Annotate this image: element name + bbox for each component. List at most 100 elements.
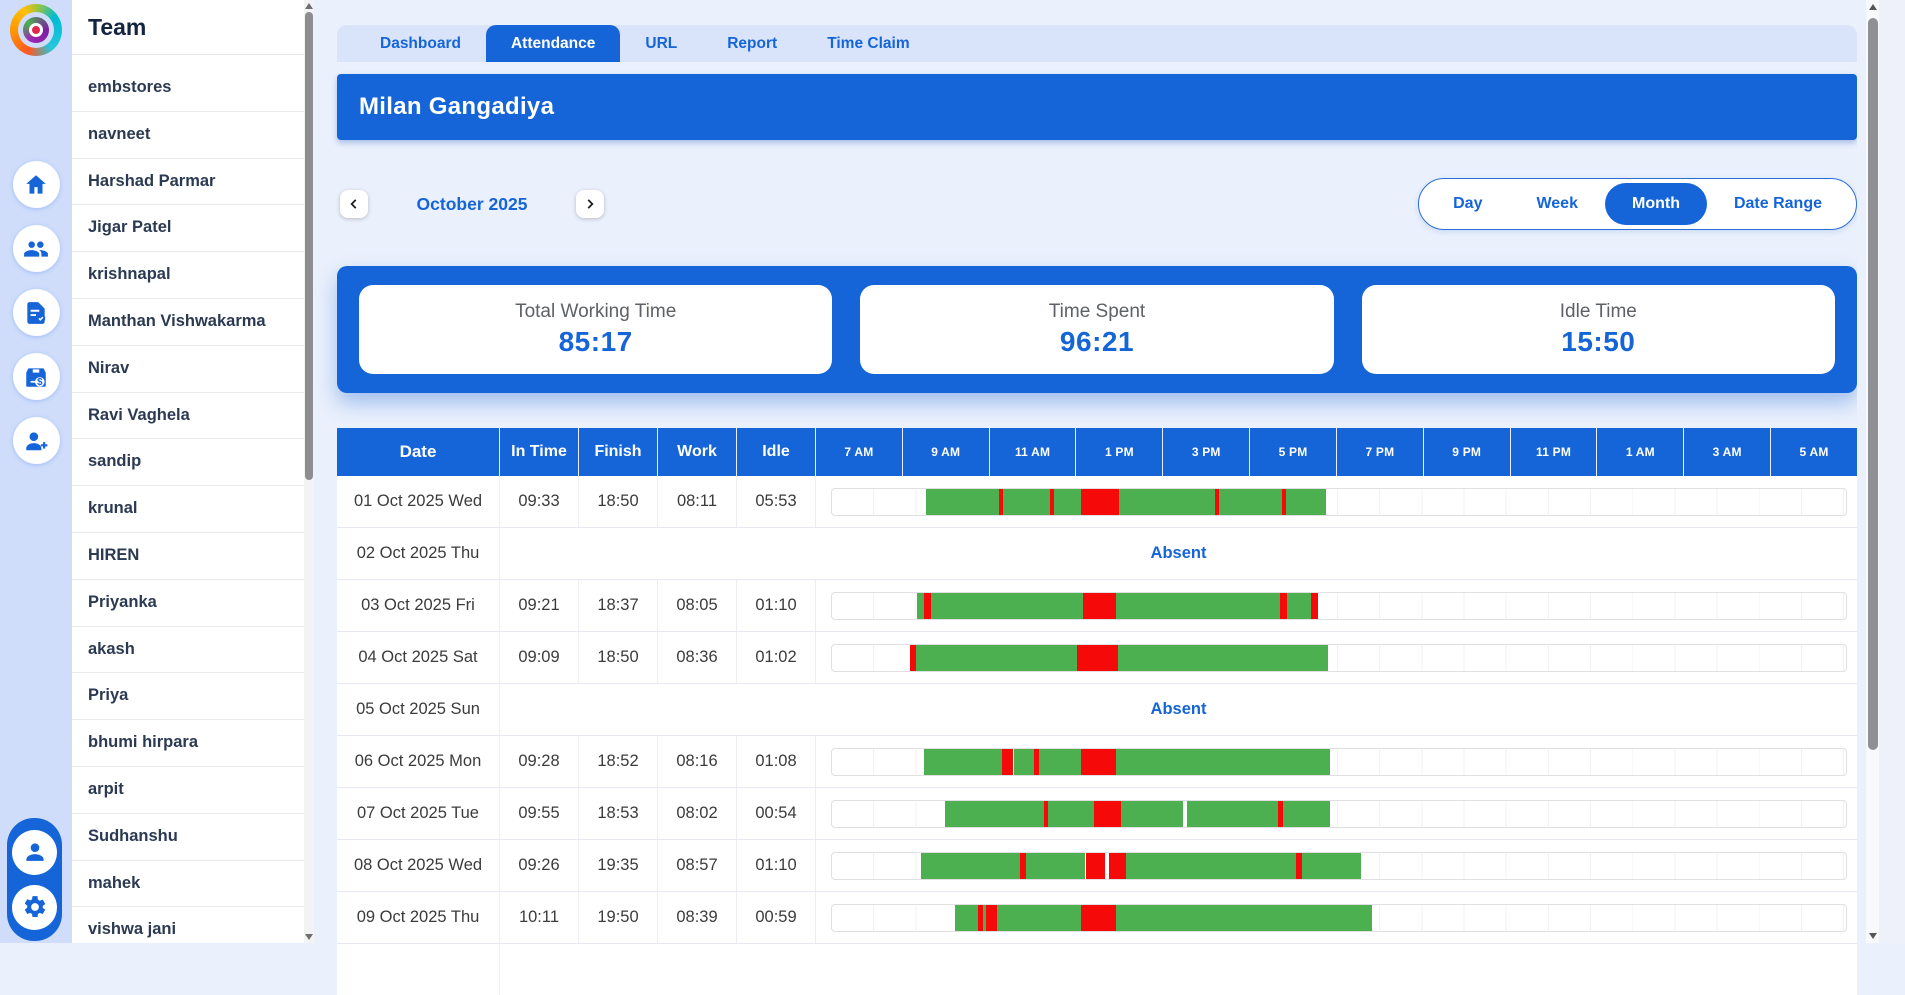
timeline-segment-work — [1116, 593, 1280, 619]
team-member-krishnapal[interactable]: krishnapal — [72, 252, 304, 299]
stat-value: 15:50 — [1561, 326, 1635, 358]
employee-title-bar: Milan Gangadiya — [337, 74, 1857, 140]
timeline-segment-work — [955, 905, 978, 931]
team-member-manthan-vishwakarma[interactable]: Manthan Vishwakarma — [72, 299, 304, 346]
team-member-nirav[interactable]: Nirav — [72, 346, 304, 393]
team-member-sandip[interactable]: sandip — [72, 439, 304, 486]
timeline-segment-idle — [986, 905, 997, 931]
timeline-segment-work — [921, 853, 1019, 879]
rail-button-profile[interactable] — [12, 830, 57, 875]
team-scrollbar[interactable] — [304, 0, 314, 943]
app-root: $ Team embstoresnavneetHarshad ParmarJig… — [0, 0, 1905, 943]
report-icon — [23, 300, 49, 326]
next-month-button[interactable] — [576, 190, 604, 218]
cell-idle: 01:10 — [737, 840, 816, 891]
timeline-segment-work — [1116, 749, 1330, 775]
rail-button-report[interactable] — [13, 289, 60, 336]
timeline-segment-work — [1014, 749, 1034, 775]
timeline-segment-work — [1026, 853, 1086, 879]
app-logo-icon[interactable] — [10, 4, 62, 56]
tab-report[interactable]: Report — [702, 25, 802, 62]
cell-in-time: 09:33 — [500, 476, 579, 527]
page-scroll-down-icon[interactable] — [1869, 933, 1877, 939]
tab-url[interactable]: URL — [620, 25, 702, 62]
timeline-track — [831, 904, 1847, 932]
team-member-hiren[interactable]: HIREN — [72, 533, 304, 580]
tab-dashboard[interactable]: Dashboard — [355, 25, 486, 62]
hour-header-11-am: 11 AM — [990, 428, 1077, 476]
settings-icon — [22, 894, 48, 920]
page-scrollbar-thumb[interactable] — [1868, 18, 1878, 750]
view-button-day[interactable]: Day — [1426, 183, 1509, 225]
team-panel: Team embstoresnavneetHarshad ParmarJigar… — [72, 0, 304, 943]
cell-date — [337, 944, 500, 995]
tab-bar: DashboardAttendanceURLReportTime Claim — [337, 25, 1857, 62]
cell-in-time: 09:55 — [500, 788, 579, 839]
team-member-sudhanshu[interactable]: Sudhanshu — [72, 814, 304, 861]
timeline-segment-work — [1126, 853, 1296, 879]
stat-value: 96:21 — [1060, 326, 1134, 358]
timeline-segment-work — [1286, 489, 1326, 515]
timeline-segment-idle — [1280, 593, 1287, 619]
team-scrollbar-thumb[interactable] — [305, 12, 313, 480]
chevron-left-icon — [347, 197, 361, 211]
absent-label: Absent — [500, 684, 1857, 735]
team-member-jigar-patel[interactable]: Jigar Patel — [72, 205, 304, 252]
cell-date: 05 Oct 2025 Sun — [337, 684, 500, 735]
cell-in-time: 09:28 — [500, 736, 579, 787]
add-user-icon — [23, 428, 49, 454]
chevron-right-icon — [583, 197, 597, 211]
app-logo-dot — [29, 23, 43, 37]
team-member-harshad-parmar[interactable]: Harshad Parmar — [72, 159, 304, 206]
rail-button-home[interactable] — [13, 161, 60, 208]
team-member-arpit[interactable]: arpit — [72, 767, 304, 814]
rail-button-payroll[interactable]: $ — [13, 353, 60, 400]
team-member-krunal[interactable]: krunal — [72, 486, 304, 533]
hour-header-5-pm: 5 PM — [1250, 428, 1337, 476]
rail-button-settings[interactable] — [12, 885, 57, 930]
page-scroll-up-icon[interactable] — [1869, 4, 1877, 10]
month-navigation: October 2025 — [337, 190, 604, 218]
view-button-month[interactable]: Month — [1605, 183, 1707, 225]
view-button-week[interactable]: Week — [1509, 183, 1605, 225]
stat-label: Idle Time — [1560, 301, 1637, 323]
stat-card-idle-time: Idle Time 15:50 — [1362, 285, 1835, 374]
app-logo-swirl — [23, 17, 49, 43]
timeline-segment-idle — [1109, 853, 1126, 879]
scroll-up-icon[interactable] — [305, 3, 313, 9]
team-member-vishwa-jani[interactable]: vishwa jani — [72, 907, 304, 943]
cell-timeline — [816, 788, 1857, 839]
team-member-priyanka[interactable]: Priyanka — [72, 580, 304, 627]
team-member-embstores[interactable]: embstores — [72, 65, 304, 112]
team-member-bhumi-hirpara[interactable]: bhumi hirpara — [72, 720, 304, 767]
stat-label: Time Spent — [1049, 301, 1145, 323]
tab-attendance[interactable]: Attendance — [486, 25, 620, 62]
scroll-down-icon[interactable] — [305, 934, 313, 940]
rail-bottom-panel — [7, 818, 62, 941]
employee-name: Milan Gangadiya — [337, 93, 554, 121]
rail-button-add-user[interactable] — [13, 417, 60, 464]
tab-time-claim[interactable]: Time Claim — [802, 25, 934, 62]
table-row: 09 Oct 2025 Thu10:1119:5008:3900:59 — [337, 892, 1857, 944]
stat-label: Total Working Time — [515, 301, 676, 323]
rail-button-team[interactable] — [13, 225, 60, 272]
team-member-navneet[interactable]: navneet — [72, 112, 304, 159]
table-row: 07 Oct 2025 Tue09:5518:5308:0200:54 — [337, 788, 1857, 840]
cell-timeline — [816, 840, 1857, 891]
table-row: 01 Oct 2025 Wed09:3318:5008:1105:53 — [337, 476, 1857, 528]
column-header-date: Date — [337, 428, 500, 476]
timeline-segment-idle — [1002, 749, 1013, 775]
cell-finish: 18:50 — [579, 632, 658, 683]
hour-header-11-pm: 11 PM — [1511, 428, 1598, 476]
timeline-segment-idle — [1081, 749, 1115, 775]
team-member-akash[interactable]: akash — [72, 627, 304, 674]
page-scrollbar[interactable] — [1866, 0, 1879, 943]
view-button-date-range[interactable]: Date Range — [1707, 183, 1849, 225]
timeline-segment-idle — [1081, 905, 1115, 931]
team-member-mahek[interactable]: mahek — [72, 861, 304, 908]
cell-idle: 00:54 — [737, 788, 816, 839]
team-member-ravi-vaghela[interactable]: Ravi Vaghela — [72, 393, 304, 440]
team-member-priya[interactable]: Priya — [72, 673, 304, 720]
main-content: DashboardAttendanceURLReportTime Claim M… — [314, 0, 1857, 943]
previous-month-button[interactable] — [340, 190, 368, 218]
